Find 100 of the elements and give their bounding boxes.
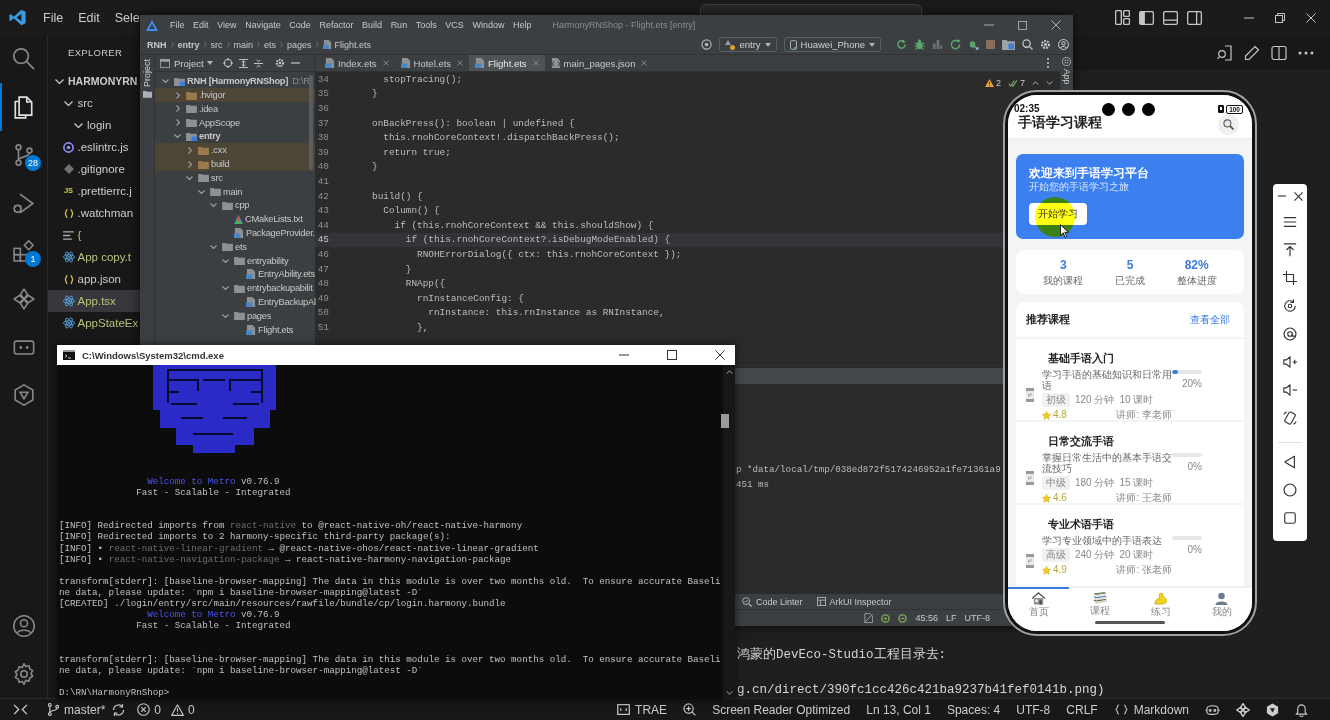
- right-sidebar-icon[interactable]: [1187, 10, 1202, 25]
- search-button[interactable]: [1218, 114, 1239, 135]
- breadcrumb-item[interactable]: entry: [177, 39, 200, 50]
- status-item[interactable]: 45:56: [915, 613, 938, 623]
- tilted-phone-icon[interactable]: [1283, 411, 1297, 425]
- status-item[interactable]: CRLF: [1066, 702, 1098, 717]
- branch-button[interactable]: master*: [48, 702, 106, 717]
- tree-row[interactable]: entrybackupabilit: [155, 281, 315, 296]
- tree-row[interactable]: .hvigor: [155, 88, 315, 102]
- editor-tab[interactable]: Index.ets: [319, 55, 395, 71]
- nav-tab[interactable]: 课程: [1069, 587, 1130, 631]
- hexagon-icon[interactable]: [1266, 702, 1279, 717]
- close-icon[interactable]: [1293, 191, 1303, 201]
- tree-row[interactable]: Flight.ets: [155, 322, 315, 337]
- menu-item[interactable]: Edit: [193, 20, 209, 30]
- view-all-link[interactable]: 查看全部: [1190, 312, 1230, 327]
- tree-row[interactable]: main: [155, 184, 315, 199]
- tool-window-tab[interactable]: ArkUI Inspector: [816, 596, 892, 607]
- attach-debugger-icon[interactable]: [968, 39, 979, 50]
- tree-row[interactable]: src: [155, 170, 315, 185]
- extensions-button[interactable]: 1: [0, 227, 47, 275]
- course-item[interactable]: 基础手语入门 学习手语的基础知识和日常用语 初级 120 分钟 10 课时 4.8 讲师: 李老师 20%: [1016, 339, 1244, 420]
- menu-item[interactable]: Window: [472, 20, 505, 30]
- run-config-dropdown[interactable]: entry: [719, 37, 777, 52]
- pinwheel-icon[interactable]: [1236, 702, 1250, 717]
- caret-icon[interactable]: [206, 61, 213, 65]
- volume-down-icon[interactable]: [1283, 383, 1297, 397]
- status-item[interactable]: Ln 13, Col 1: [866, 702, 931, 717]
- maximize-icon[interactable]: [667, 350, 677, 360]
- grid-circle-icon[interactable]: [1062, 57, 1071, 66]
- bottom-panel-icon[interactable]: [1163, 10, 1178, 25]
- ring-icon[interactable]: [898, 613, 908, 623]
- close-icon[interactable]: [715, 350, 725, 360]
- nav-tab[interactable]: 我的: [1191, 587, 1252, 631]
- scroll-down-icon[interactable]: [725, 691, 733, 695]
- menu-item[interactable]: Tools: [415, 20, 437, 30]
- settings-icon[interactable]: [1040, 39, 1051, 50]
- locate-icon[interactable]: [222, 58, 233, 68]
- rerun-icon[interactable]: [896, 39, 907, 50]
- source-control-button[interactable]: 28: [0, 131, 47, 179]
- breadcrumb-item[interactable]: RNH: [147, 39, 167, 50]
- nav-tab[interactable]: 首页: [1008, 587, 1069, 631]
- sync-icon[interactable]: [112, 702, 126, 717]
- trae-button[interactable]: TRAE: [617, 702, 668, 717]
- folder-icon[interactable]: [142, 90, 152, 98]
- zoom-icon[interactable]: [683, 703, 697, 716]
- scrollbar-thumb[interactable]: [309, 75, 313, 170]
- tree-row[interactable]: EntryAbility.ets: [155, 267, 315, 282]
- language-button[interactable]: Markdown: [1113, 702, 1189, 717]
- course-item[interactable]: 日常交流手语 掌握日常生活中的基本手语交流技巧 中级 180 分钟 15 课时 4.6 讲师: 王老师 0%: [1016, 422, 1244, 503]
- account-icon[interactable]: [12, 615, 35, 637]
- status-item[interactable]: Screen Reader Optimized: [712, 702, 851, 717]
- explorer-row[interactable]: login: [48, 114, 140, 136]
- menu-item[interactable]: File: [170, 20, 185, 30]
- tree-row[interactable]: AppScope: [155, 115, 315, 130]
- explorer-row[interactable]: .watchman: [48, 202, 140, 224]
- settings-icon[interactable]: [274, 58, 285, 68]
- target-icon[interactable]: [701, 39, 713, 50]
- explorer-row[interactable]: app.json: [48, 268, 140, 290]
- panel-title[interactable]: Project: [174, 57, 204, 69]
- ring-icon[interactable]: [881, 613, 891, 623]
- device-dropdown[interactable]: Huawei_Phone: [783, 37, 881, 52]
- tree-row[interactable]: pages: [155, 308, 315, 323]
- app-tool-tab[interactable]: App: [1061, 69, 1072, 85]
- editor-tab[interactable]: main_pages.json: [544, 55, 654, 71]
- volume-up-icon[interactable]: [1283, 355, 1297, 369]
- tree-row[interactable]: cpp: [155, 198, 315, 213]
- menu-icon[interactable]: [1283, 215, 1297, 229]
- tree-row[interactable]: .cxx: [155, 143, 315, 158]
- tree-row[interactable]: RNH [HarmonyRNShop] D:\R: [155, 74, 315, 89]
- explorer-row[interactable]: AppStateEx: [48, 312, 140, 334]
- menu-item[interactable]: View: [217, 20, 237, 30]
- device-manager-icon[interactable]: [1002, 39, 1015, 50]
- expand-all-icon[interactable]: [238, 58, 248, 68]
- menu-item[interactable]: Navigate: [245, 20, 281, 30]
- explorer-row[interactable]: App.tsx: [48, 290, 140, 312]
- home-icon[interactable]: [1283, 483, 1297, 497]
- tool-window-tab[interactable]: Code Linter: [742, 596, 803, 607]
- explorer-row[interactable]: App copy.t: [48, 246, 140, 268]
- recents-icon[interactable]: [1283, 511, 1297, 525]
- menu-item[interactable]: Code: [289, 20, 311, 30]
- menu-item[interactable]: Build: [362, 20, 383, 30]
- chevron-up-icon[interactable]: [1032, 81, 1039, 85]
- editor-tab[interactable]: Hotel.ets: [394, 55, 470, 71]
- explorer-row[interactable]: src: [48, 92, 140, 114]
- problems-button[interactable]: 0 0: [137, 702, 201, 717]
- back-icon[interactable]: [1283, 455, 1297, 469]
- pencil-icon[interactable]: [1244, 44, 1260, 61]
- collapse-all-icon[interactable]: [253, 58, 263, 68]
- crop-icon[interactable]: [1283, 271, 1297, 285]
- tree-row[interactable]: entry: [155, 129, 315, 144]
- settings-icon[interactable]: [13, 663, 34, 685]
- command-center-field[interactable]: [699, 4, 922, 15]
- preview-icon[interactable]: [1217, 44, 1233, 61]
- status-item[interactable]: LF: [946, 613, 957, 623]
- breadcrumb-item[interactable]: main: [233, 39, 254, 50]
- restore-icon[interactable]: [1275, 12, 1285, 23]
- tree-row[interactable]: EntryBackupAl: [155, 295, 315, 309]
- menu-item[interactable]: Refactor: [319, 20, 354, 30]
- robot-face-icon[interactable]: [1205, 703, 1220, 716]
